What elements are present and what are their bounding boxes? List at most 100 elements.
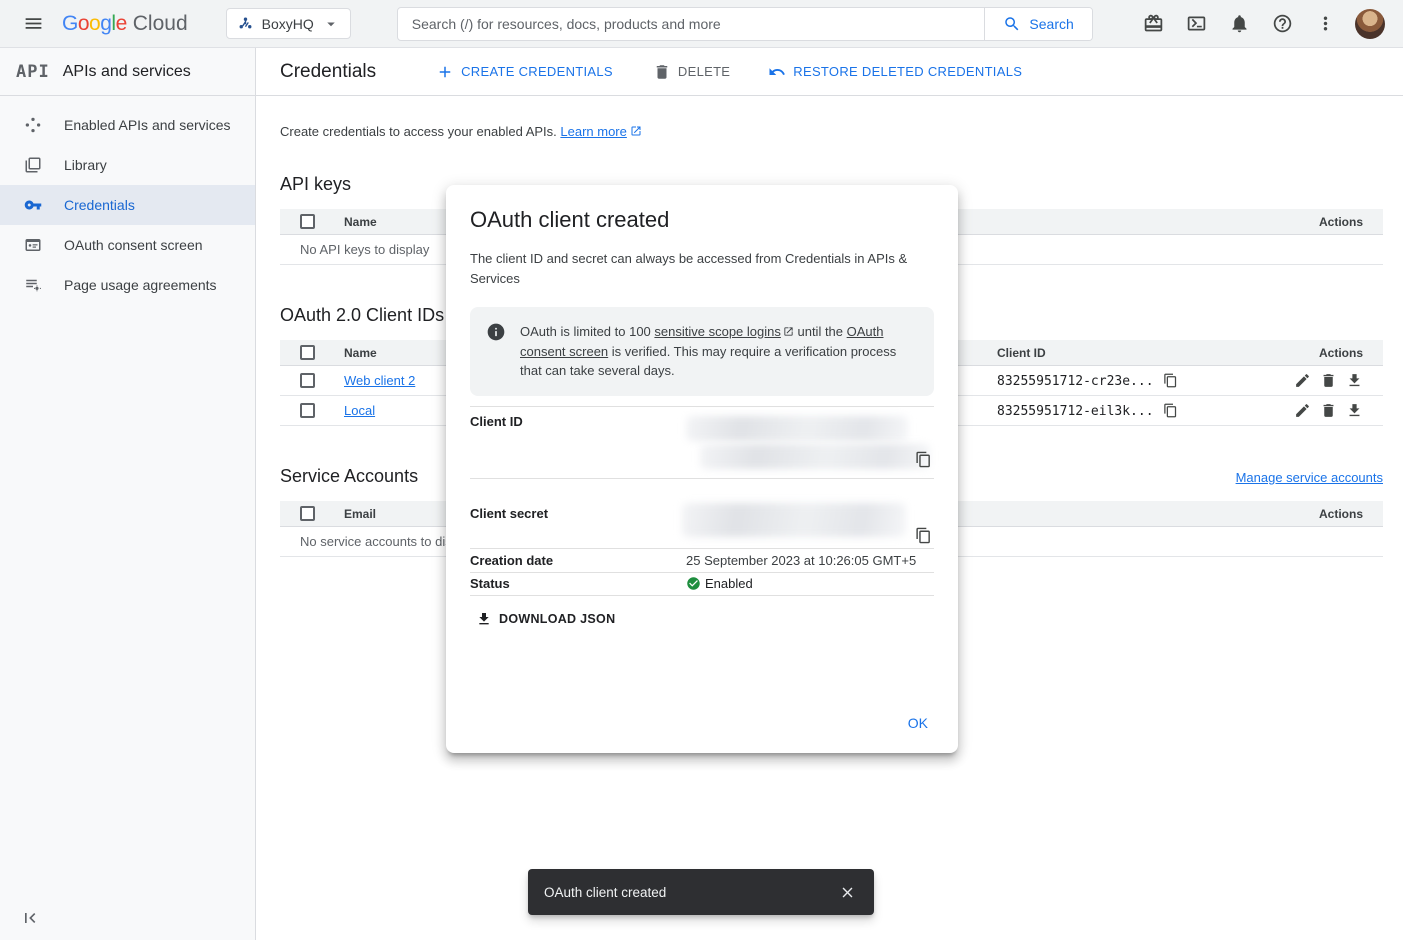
caret-down-icon	[322, 15, 340, 33]
dialog-body-text: The client ID and secret can always be a…	[470, 249, 910, 289]
sidebar-item-page-usage[interactable]: Page usage agreements	[0, 265, 255, 305]
help-button[interactable]	[1261, 4, 1303, 44]
promotions-button[interactable]	[1132, 4, 1174, 44]
menu-button[interactable]	[12, 4, 54, 44]
select-all-checkbox[interactable]	[300, 214, 315, 229]
collapse-nav-icon	[20, 908, 40, 928]
redacted-client-id	[700, 444, 930, 469]
notifications-button[interactable]	[1218, 4, 1260, 44]
copy-icon	[1163, 403, 1178, 418]
ok-button[interactable]: OK	[898, 707, 938, 739]
sidebar-item-label: Library	[64, 157, 107, 173]
info-icon	[486, 322, 506, 381]
restore-deleted-credentials-button[interactable]: RESTORE DELETED CREDENTIALS	[764, 57, 1026, 87]
create-credentials-button[interactable]: CREATE CREDENTIALS	[432, 57, 617, 87]
oauth-client-name-link[interactable]: Web client 2	[344, 373, 415, 388]
delete-label: DELETE	[678, 64, 730, 79]
info-text-mid: until the	[794, 324, 847, 339]
intro-text: Create credentials to access your enable…	[280, 124, 1383, 140]
collapse-nav-button[interactable]	[20, 908, 40, 928]
snackbar-close-button[interactable]	[831, 876, 864, 909]
sidebar-nav: Enabled APIs and services Library Creden…	[0, 96, 255, 305]
search-input[interactable]	[398, 8, 985, 40]
edit-client-button[interactable]	[1294, 402, 1311, 419]
download-json-button[interactable]: DOWNLOAD JSON	[470, 605, 621, 633]
status-text: Enabled	[705, 576, 753, 591]
sidebar-item-label: OAuth consent screen	[64, 237, 203, 253]
edit-client-button[interactable]	[1294, 372, 1311, 389]
manage-service-accounts-link[interactable]: Manage service accounts	[1236, 470, 1383, 485]
sensitive-scope-logins-link[interactable]: sensitive scope logins	[654, 324, 780, 339]
copy-client-id-button[interactable]	[915, 451, 932, 468]
status-value: Enabled	[686, 576, 934, 591]
snackbar: OAuth client created	[528, 869, 874, 915]
notifications-icon	[1229, 13, 1250, 34]
info-text-pre: OAuth is limited to 100	[520, 324, 654, 339]
copy-icon	[915, 451, 932, 468]
page-title: Credentials	[280, 61, 376, 83]
client-secret-label: Client secret	[470, 479, 686, 548]
avatar[interactable]	[1355, 9, 1385, 39]
cloud-shell-icon	[1186, 13, 1207, 34]
delete-icon	[1320, 372, 1337, 389]
info-banner-text: OAuth is limited to 100 sensitive scope …	[520, 322, 918, 381]
oauth-client-name-link[interactable]: Local	[344, 403, 375, 418]
sidebar-title: APIs and services	[63, 63, 191, 81]
topbar: Google Cloud BoxyHQ Search	[0, 0, 1403, 48]
enabled-apis-icon	[24, 116, 42, 134]
download-icon	[1346, 372, 1363, 389]
logo-letter: G	[62, 12, 78, 35]
api-keys-empty-text: No API keys to display	[280, 242, 429, 257]
edit-icon	[1294, 372, 1311, 389]
column-header-actions: Actions	[1319, 507, 1383, 521]
status-label: Status	[470, 576, 686, 591]
sidebar-item-credentials[interactable]: Credentials	[0, 185, 255, 225]
copy-client-id-button[interactable]	[1163, 403, 1178, 418]
creation-date-row: Creation date 25 September 2023 at 10:26…	[470, 549, 934, 573]
select-all-checkbox[interactable]	[300, 506, 315, 521]
info-banner: OAuth is limited to 100 sensitive scope …	[470, 307, 934, 396]
redacted-client-id	[686, 416, 908, 441]
client-id-value: 83255951712-eil3k...	[997, 404, 1154, 419]
sidebar: API APIs and services Enabled APIs and s…	[0, 48, 256, 940]
learn-more-link[interactable]: Learn more	[560, 124, 626, 139]
client-secret-value-area	[686, 479, 934, 548]
intro-sentence: Create credentials to access your enable…	[280, 124, 557, 139]
select-all-checkbox[interactable]	[300, 345, 315, 360]
download-client-button[interactable]	[1346, 372, 1363, 389]
copy-icon	[915, 527, 932, 544]
more-options-button[interactable]	[1304, 4, 1346, 44]
delete-client-button[interactable]	[1320, 402, 1337, 419]
copy-client-id-button[interactable]	[1163, 373, 1178, 388]
sidebar-item-oauth-consent[interactable]: OAuth consent screen	[0, 225, 255, 265]
sidebar-header: API APIs and services	[0, 48, 255, 96]
project-name: BoxyHQ	[262, 16, 314, 32]
help-icon	[1272, 13, 1293, 34]
delete-client-button[interactable]	[1320, 372, 1337, 389]
sidebar-item-label: Page usage agreements	[64, 277, 217, 293]
google-cloud-logo[interactable]: Google Cloud	[62, 12, 188, 36]
download-client-button[interactable]	[1346, 402, 1363, 419]
project-icon	[237, 15, 254, 32]
service-accounts-heading: Service Accounts	[280, 466, 418, 487]
cloud-shell-button[interactable]	[1175, 4, 1217, 44]
row-checkbox[interactable]	[300, 373, 315, 388]
download-icon	[1346, 402, 1363, 419]
client-id-label: Client ID	[470, 414, 686, 478]
search-button[interactable]: Search	[984, 8, 1091, 40]
close-icon	[839, 884, 856, 901]
sidebar-item-library[interactable]: Library	[0, 145, 255, 185]
copy-client-secret-button[interactable]	[915, 527, 932, 544]
row-checkbox[interactable]	[300, 403, 315, 418]
delete-button[interactable]: DELETE	[649, 57, 734, 87]
project-picker[interactable]: BoxyHQ	[226, 8, 351, 39]
logo-letter: o	[89, 12, 100, 35]
sidebar-item-label: Credentials	[64, 197, 135, 213]
redacted-client-secret	[682, 503, 906, 537]
search-icon	[1003, 15, 1021, 33]
google-wordmark: Google	[62, 12, 127, 36]
sidebar-item-enabled-apis[interactable]: Enabled APIs and services	[0, 105, 255, 145]
add-icon	[436, 63, 454, 81]
delete-icon	[1320, 402, 1337, 419]
column-header-actions: Actions	[1319, 215, 1383, 229]
